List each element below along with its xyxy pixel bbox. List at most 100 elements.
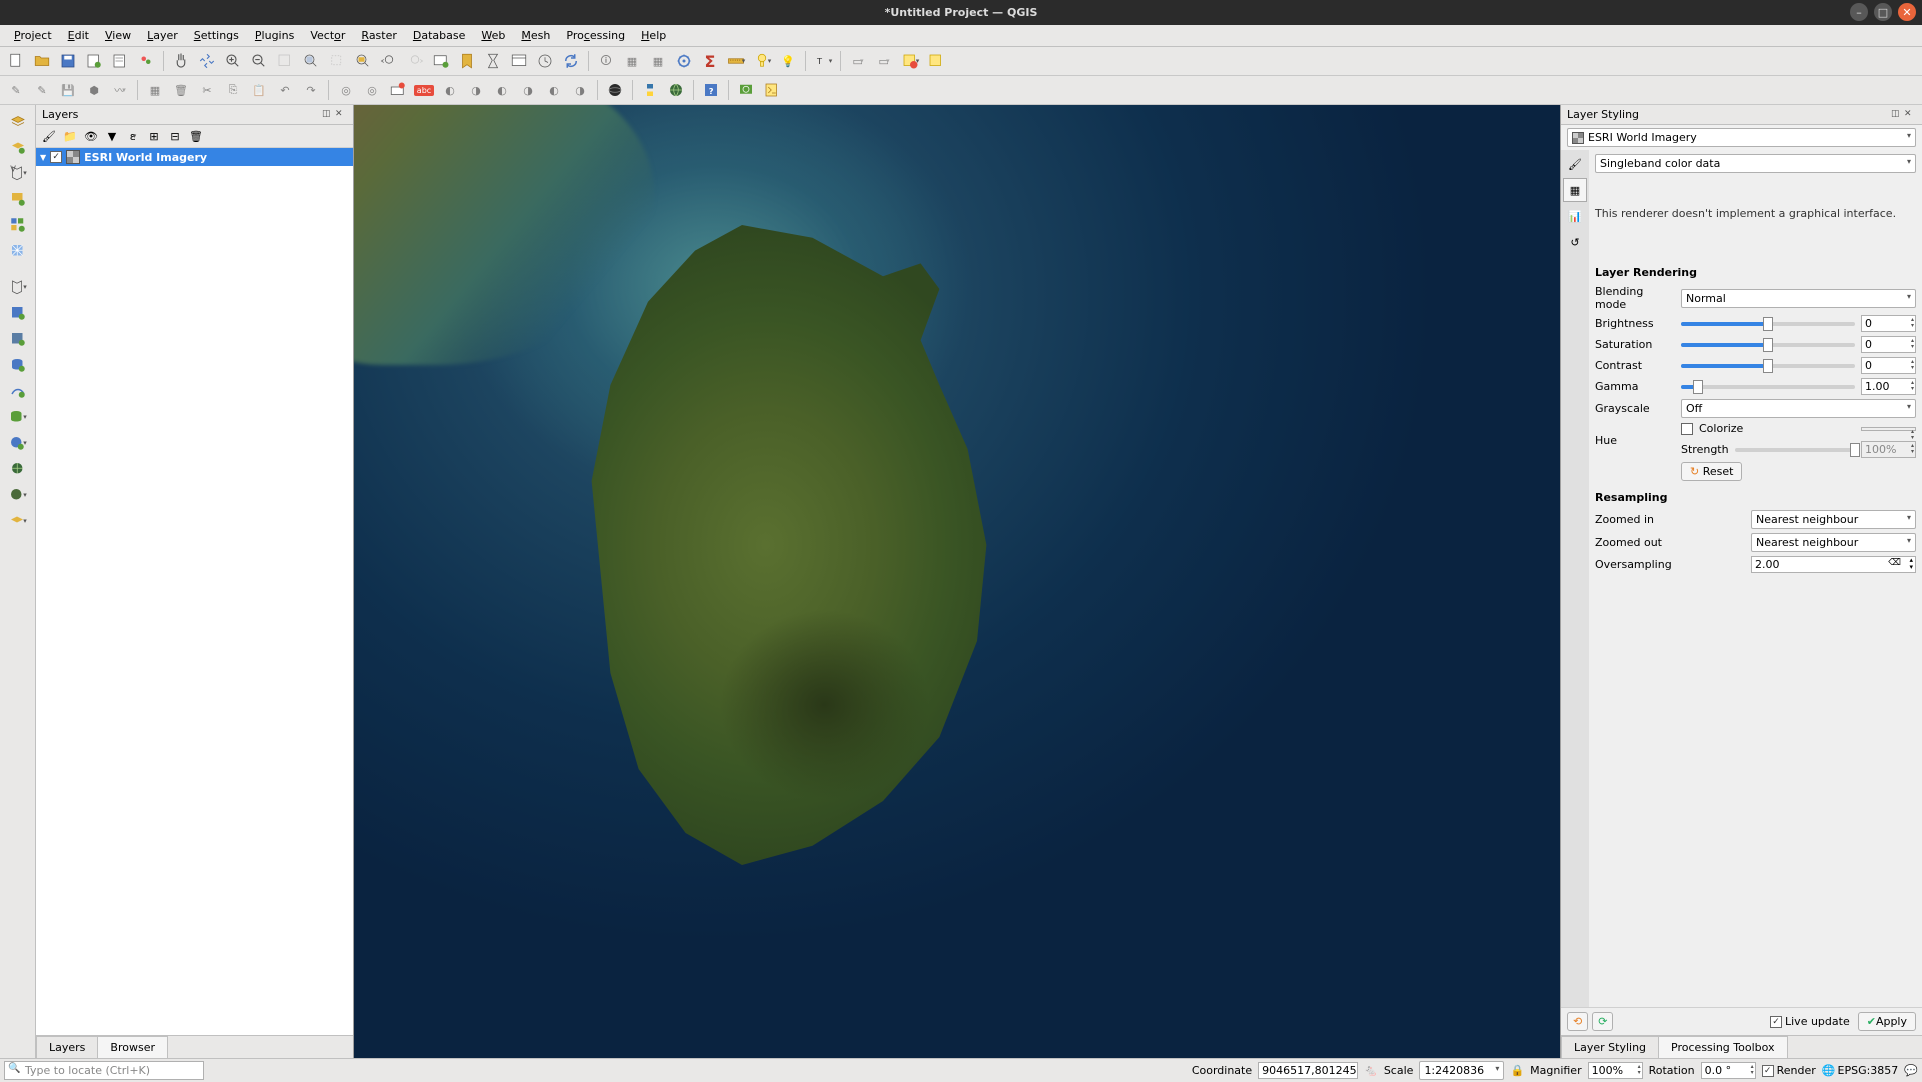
copy-button[interactable]: ⎘ (221, 78, 245, 102)
redo-style-button[interactable]: ⟳ (1592, 1012, 1613, 1031)
menu-web[interactable]: Web (473, 27, 513, 44)
menu-edit[interactable]: Edit (60, 27, 97, 44)
renderer-select[interactable]: Singleband color data (1595, 154, 1916, 173)
new-print-layout-button[interactable] (82, 49, 106, 73)
window-minimize-button[interactable]: – (1850, 3, 1868, 21)
new-geopackage-button[interactable] (6, 135, 30, 159)
locator-input[interactable]: Type to locate (Ctrl+K) (4, 1061, 204, 1080)
add-spatialite-button[interactable] (6, 301, 30, 325)
cut-button[interactable]: ✂ (195, 78, 219, 102)
zoom-selection-button[interactable] (325, 49, 349, 73)
styling-layer-select[interactable]: ESRI World Imagery (1567, 128, 1916, 147)
new-bookmark-button[interactable] (455, 49, 479, 73)
undo-style-button[interactable]: ⟲ (1567, 1012, 1588, 1031)
layer-collapse-icon[interactable]: ▼ (40, 153, 46, 162)
python-console-button[interactable] (638, 78, 662, 102)
remove-layer-icon[interactable]: 🗑 (187, 127, 205, 145)
redo-button[interactable]: ↷ (299, 78, 323, 102)
maptips-button[interactable] (750, 49, 774, 73)
panel-float-icon[interactable]: ◫ (1891, 109, 1903, 121)
expand-all-icon[interactable]: ⊞ (145, 127, 163, 145)
temporal-button[interactable] (481, 49, 505, 73)
menu-project[interactable]: Project (6, 27, 60, 44)
window-close-button[interactable]: ✕ (1898, 3, 1916, 21)
rotation-spin[interactable]: 0.0 ° (1701, 1062, 1756, 1079)
temporal-controller-button[interactable] (533, 49, 557, 73)
grayscale-select[interactable]: Off (1681, 399, 1916, 418)
colorize-checkbox[interactable] (1681, 423, 1693, 435)
select-features-button[interactable]: ▭ (846, 49, 870, 73)
zoom-out-button[interactable] (247, 49, 271, 73)
add-wcs-button[interactable] (6, 483, 30, 507)
deselect-button[interactable] (898, 49, 922, 73)
histogram-tab-icon[interactable]: 📊 (1563, 204, 1587, 228)
contrast-down-button[interactable]: ◑ (516, 78, 540, 102)
symbology-tab-icon[interactable]: 🖌 (1563, 152, 1587, 176)
add-delimited-button[interactable] (6, 275, 30, 299)
contrast-slider[interactable] (1681, 364, 1855, 368)
menu-settings[interactable]: Settings (186, 27, 247, 44)
layer-item-esri[interactable]: ▼ ✓ ESRI World Imagery (36, 148, 353, 166)
crs-button[interactable]: 🌐EPSG:3857 (1822, 1064, 1899, 1077)
measure-button[interactable] (724, 49, 748, 73)
layer-styling-icon[interactable]: 🖌 (40, 127, 58, 145)
live-update-checkbox[interactable]: ✓Live update (1770, 1015, 1850, 1028)
save-project-button[interactable] (56, 49, 80, 73)
stretch-min-button[interactable] (386, 78, 410, 102)
paste-button[interactable]: 📋 (247, 78, 271, 102)
add-postgis-button[interactable] (6, 353, 30, 377)
gamma-spin[interactable]: 1.00 (1861, 378, 1916, 395)
zoom-next-button[interactable] (403, 49, 427, 73)
render-checkbox[interactable]: ✓Render (1762, 1064, 1816, 1077)
filter-legend-icon[interactable]: ▼ (103, 127, 121, 145)
collapse-all-icon[interactable]: ⊟ (166, 127, 184, 145)
brightness-down-button[interactable]: ◑ (464, 78, 488, 102)
expression-filter-icon[interactable]: ε (124, 127, 142, 145)
menu-database[interactable]: Database (405, 27, 474, 44)
manage-visibility-icon[interactable]: 👁 (82, 127, 100, 145)
menu-help[interactable]: Help (633, 27, 674, 44)
add-wms-button[interactable] (6, 431, 30, 455)
refresh-button[interactable] (559, 49, 583, 73)
add-mssql-button[interactable] (6, 379, 30, 403)
add-group-icon[interactable]: 📁 (61, 127, 79, 145)
menu-processing[interactable]: Processing (558, 27, 633, 44)
add-xyz-button[interactable] (6, 457, 30, 481)
menu-mesh[interactable]: Mesh (513, 27, 558, 44)
model-designer-button[interactable] (760, 78, 784, 102)
gamma-slider[interactable] (1681, 385, 1855, 389)
tab-browser[interactable]: Browser (97, 1036, 168, 1058)
select-all-button[interactable] (924, 49, 948, 73)
pan-button[interactable] (169, 49, 193, 73)
add-oracle-button[interactable] (6, 405, 30, 429)
add-wfs-button[interactable] (6, 509, 30, 533)
add-feature-button[interactable]: ⬢ (82, 78, 106, 102)
menu-view[interactable]: View (97, 27, 139, 44)
select-value-button[interactable]: ▭ (872, 49, 896, 73)
pan-to-selection-button[interactable] (195, 49, 219, 73)
extents-icon[interactable]: 🐁 (1364, 1064, 1378, 1077)
zoom-in-button[interactable] (221, 49, 245, 73)
add-virtual-button[interactable] (6, 327, 30, 351)
add-mesh-button[interactable] (6, 239, 30, 263)
panel-float-icon[interactable]: ◫ (322, 109, 334, 121)
tab-layer-styling[interactable]: Layer Styling (1561, 1036, 1659, 1058)
transparency-tab-icon[interactable]: ▦ (1563, 178, 1587, 202)
stretch-max-button[interactable]: abc (412, 78, 436, 102)
magnifier-spin[interactable]: 100% (1588, 1062, 1643, 1079)
toolbox-button[interactable] (672, 49, 696, 73)
messages-icon[interactable]: 💬 (1904, 1064, 1918, 1077)
move-feature-button[interactable]: ▦ (143, 78, 167, 102)
zoom-layer-button[interactable] (351, 49, 375, 73)
coordinate-input[interactable]: 9046517,801245 (1258, 1062, 1358, 1079)
menu-vector[interactable]: Vector (302, 27, 353, 44)
panel-close-icon[interactable]: ✕ (335, 109, 347, 121)
menu-layer[interactable]: Layer (139, 27, 186, 44)
zoomed-out-select[interactable]: Nearest neighbour (1751, 533, 1916, 552)
show-tips-button[interactable]: 💡 (776, 49, 800, 73)
oversampling-input[interactable]: 2.00⌫▴▾ (1751, 556, 1916, 573)
annotation-button[interactable]: T (811, 49, 835, 73)
undo-button[interactable]: ↶ (273, 78, 297, 102)
zoomed-in-select[interactable]: Nearest neighbour (1751, 510, 1916, 529)
local-histogram-button[interactable]: ◎ (334, 78, 358, 102)
